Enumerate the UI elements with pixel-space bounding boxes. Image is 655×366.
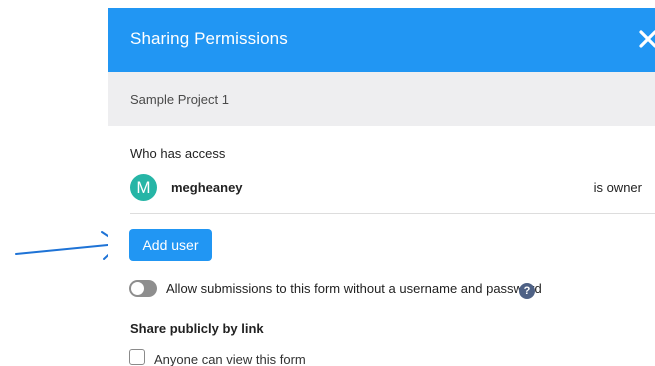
question-circle-icon[interactable]: ? xyxy=(519,283,535,299)
toggle-knob xyxy=(131,282,144,295)
user-role: is owner xyxy=(593,180,642,195)
anonymous-submissions-toggle[interactable] xyxy=(129,280,157,297)
modal-header: Sharing Permissions xyxy=(108,8,655,72)
who-has-access-label: Who has access xyxy=(130,146,226,161)
sharing-permissions-modal: Sharing Permissions Sample Project 1 Who… xyxy=(108,0,655,366)
anonymous-submissions-row: Allow submissions to this form without a… xyxy=(129,280,549,300)
avatar: M xyxy=(130,174,157,201)
close-icon[interactable] xyxy=(635,26,655,52)
share-publicly-heading: Share publicly by link xyxy=(130,321,264,336)
divider xyxy=(130,213,655,214)
project-name: Sample Project 1 xyxy=(130,92,229,107)
modal-title: Sharing Permissions xyxy=(130,29,288,48)
project-band: Sample Project 1 xyxy=(108,72,655,126)
public-view-label: Anyone can view this form xyxy=(154,352,306,366)
public-view-checkbox[interactable] xyxy=(129,349,145,365)
public-view-row: Anyone can view this form xyxy=(129,347,429,366)
user-row: M megheaney is owner xyxy=(130,174,642,202)
username: megheaney xyxy=(171,180,243,195)
add-user-button[interactable]: Add user xyxy=(129,229,212,261)
anonymous-submissions-label: Allow submissions to this form without a… xyxy=(166,281,542,296)
